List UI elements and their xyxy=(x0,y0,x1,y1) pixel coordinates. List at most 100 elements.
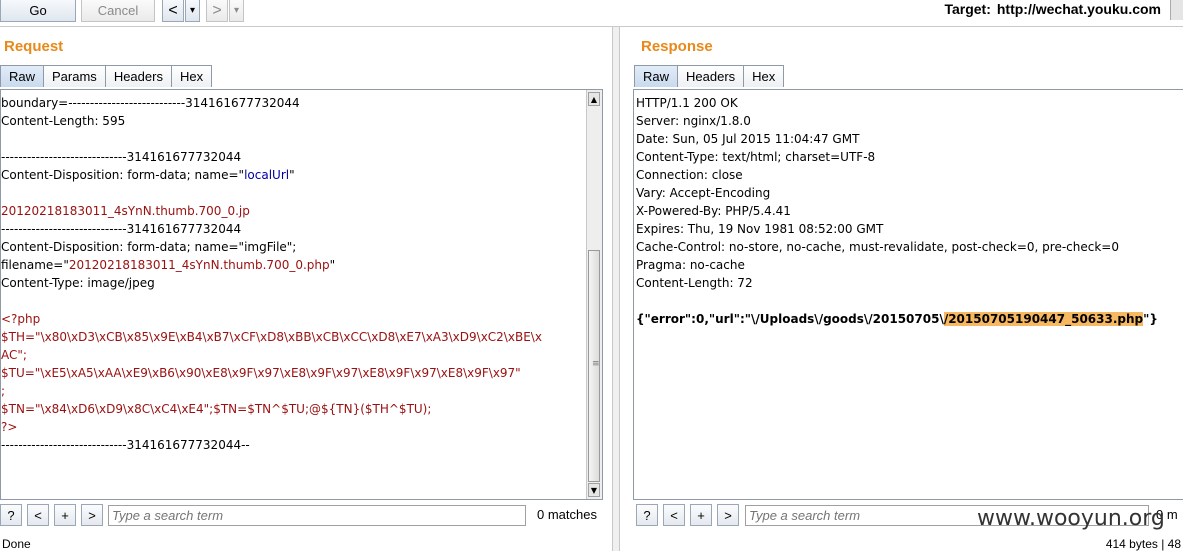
request-line[interactable]: $TH="\x80\xD3\xCB\x85\x9E\xB4\xB7\xCF\xD… xyxy=(1,328,586,346)
response-line[interactable]: X-Powered-By: PHP/5.4.41 xyxy=(636,202,1183,220)
request-text[interactable]: boundary=---------------------------3141… xyxy=(1,94,586,454)
forward-history-dropdown[interactable]: ▾ xyxy=(229,0,244,22)
response-title: Response xyxy=(641,38,713,55)
response-text-segment: Content-Type: text/html; charset=UTF-8 xyxy=(636,150,876,164)
search-previous-button[interactable]: < xyxy=(27,504,49,526)
request-line[interactable]: 20120218183011_4sYnN.thumb.700_0.jp xyxy=(1,202,586,220)
request-line[interactable]: $TN="\x84\xD6\xD9\x8C\xC4\xE4";$TN=$TN^$… xyxy=(1,400,586,418)
search-next-button[interactable]: > xyxy=(81,504,103,526)
response-tabs: Raw Headers Hex xyxy=(634,65,785,88)
request-text-segment: $TH="\x80\xD3\xCB\x85\x9E\xB4\xB7\xCF\xD… xyxy=(1,330,542,344)
response-line[interactable]: Server: nginx/1.8.0 xyxy=(636,112,1183,130)
response-text-segment: Server: nginx/1.8.0 xyxy=(636,114,751,128)
request-tabs: Raw Params Headers Hex xyxy=(0,65,213,88)
request-line[interactable] xyxy=(1,292,586,310)
request-scrollbar[interactable]: ▲ ≡ ▼ xyxy=(586,90,602,499)
chevron-down-icon: ▾ xyxy=(233,5,240,16)
request-line[interactable]: Content-Disposition: form-data; name="im… xyxy=(1,238,586,256)
search-help-button[interactable]: ? xyxy=(0,504,22,526)
response-line[interactable]: Vary: Accept-Encoding xyxy=(636,184,1183,202)
request-text-segment: localUrl xyxy=(244,168,290,182)
request-editor[interactable]: boundary=---------------------------3141… xyxy=(0,89,603,500)
target-url[interactable]: http://wechat.youku.com xyxy=(997,1,1161,17)
request-line[interactable]: <?php xyxy=(1,310,586,328)
request-line[interactable]: AC"; xyxy=(1,346,586,364)
request-text-segment: 20120218183011_4sYnN.thumb.700_0.jp xyxy=(1,204,250,218)
forward-arrow-icon: > xyxy=(212,1,222,19)
request-line[interactable]: ?> xyxy=(1,418,586,436)
request-text-segment: <?php xyxy=(1,312,41,326)
scroll-down-icon[interactable]: ▼ xyxy=(588,483,600,497)
response-line[interactable]: Cache-Control: no-store, no-cache, must-… xyxy=(636,238,1183,256)
request-line[interactable]: $TU="\xE5\xA5\xAA\xE9\xB6\x90\xE8\x9F\x9… xyxy=(1,364,586,382)
request-text-segment: filename=" xyxy=(1,258,69,272)
request-line[interactable] xyxy=(1,130,586,148)
response-text[interactable]: HTTP/1.1 200 OK Server: nginx/1.8.0 Date: … xyxy=(636,94,1183,328)
response-text-segment: Cache-Control: no-store, no-cache, must-… xyxy=(636,240,1119,254)
response-text-segment: X-Powered-By: PHP/5.4.41 xyxy=(636,204,791,218)
response-line[interactable]: Pragma: no-cache xyxy=(636,256,1183,274)
response-text-segment: Expires: Thu, 19 Nov 1981 08:52:00 GMT xyxy=(636,222,884,236)
search-previous-button[interactable]: < xyxy=(663,504,685,526)
response-line[interactable]: {"error":0,"url":"\/Uploads\/goods\/2015… xyxy=(636,310,1183,328)
request-text-segment: boundary=---------------------------3141… xyxy=(1,96,300,110)
request-line[interactable]: Content-Type: image/jpeg xyxy=(1,274,586,292)
back-arrow-icon: < xyxy=(168,1,178,19)
request-text-segment: " xyxy=(289,168,295,182)
response-line[interactable]: Connection: close xyxy=(636,166,1183,184)
forward-button[interactable]: > xyxy=(206,0,228,22)
scroll-thumb[interactable]: ≡ xyxy=(588,250,600,482)
request-text-segment: Content-Type: image/jpeg xyxy=(1,276,155,290)
request-tab-params[interactable]: Params xyxy=(43,65,106,87)
back-button[interactable]: < xyxy=(162,0,184,22)
request-line[interactable]: Content-Disposition: form-data; name="lo… xyxy=(1,166,586,184)
request-line[interactable]: -----------------------------31416167773… xyxy=(1,436,586,454)
search-options-button[interactable]: + xyxy=(690,504,712,526)
request-line[interactable]: Content-Length: 595 xyxy=(1,112,586,130)
cancel-button[interactable]: Cancel xyxy=(81,0,155,22)
request-search-input[interactable] xyxy=(108,505,526,526)
response-line[interactable]: Content-Type: text/html; charset=UTF-8 xyxy=(636,148,1183,166)
search-options-button[interactable]: + xyxy=(54,504,76,526)
response-text-segment: Date: Sun, 05 Jul 2015 11:04:47 GMT xyxy=(636,132,860,146)
edit-target-icon[interactable] xyxy=(1170,0,1183,20)
response-line[interactable]: Date: Sun, 05 Jul 2015 11:04:47 GMT xyxy=(636,130,1183,148)
scroll-up-icon[interactable]: ▲ xyxy=(588,92,600,106)
response-text-segment: Content-Length: 72 xyxy=(636,276,753,290)
response-tab-hex[interactable]: Hex xyxy=(743,65,785,87)
response-tab-raw[interactable]: Raw xyxy=(634,65,679,87)
response-text-segment: "} xyxy=(1143,312,1158,326)
pane-divider[interactable] xyxy=(612,27,620,551)
request-text-segment: $TN="\x84\xD6\xD9\x8C\xC4\xE4";$TN=$TN^$… xyxy=(1,402,432,416)
go-button[interactable]: Go xyxy=(0,0,76,22)
request-text-segment: Content-Length: 595 xyxy=(1,114,126,128)
request-line[interactable]: -----------------------------31416167773… xyxy=(1,148,586,166)
response-editor[interactable]: HTTP/1.1 200 OK Server: nginx/1.8.0 Date: … xyxy=(633,89,1183,500)
grip-icon: ≡ xyxy=(592,359,600,369)
response-line[interactable]: Content-Length: 72 xyxy=(636,274,1183,292)
request-tab-raw[interactable]: Raw xyxy=(0,65,45,87)
response-line[interactable]: Expires: Thu, 19 Nov 1981 08:52:00 GMT xyxy=(636,220,1183,238)
request-line[interactable]: -----------------------------31416167773… xyxy=(1,220,586,238)
request-tab-hex[interactable]: Hex xyxy=(170,65,213,87)
request-text-segment: $TU="\xE5\xA5\xAA\xE9\xB6\x90\xE8\x9F\x9… xyxy=(1,366,521,380)
back-history-dropdown[interactable]: ▾ xyxy=(185,0,200,22)
request-text-segment: ?> xyxy=(1,420,18,434)
request-line[interactable]: filename="20120218183011_4sYnN.thumb.700… xyxy=(1,256,586,274)
request-tab-headers[interactable]: Headers xyxy=(104,65,172,87)
response-tab-headers[interactable]: Headers xyxy=(677,65,745,87)
response-line[interactable]: HTTP/1.1 200 OK xyxy=(636,94,1183,112)
target-prefix: Target: xyxy=(944,1,991,17)
response-text-segment: /20150705190447_50633.php xyxy=(943,312,1144,326)
search-help-button[interactable]: ? xyxy=(636,504,658,526)
request-line[interactable]: boundary=---------------------------3141… xyxy=(1,94,586,112)
response-line[interactable] xyxy=(636,292,1183,310)
request-line[interactable] xyxy=(1,184,586,202)
request-line[interactable]: ; xyxy=(1,382,586,400)
search-next-button[interactable]: > xyxy=(717,504,739,526)
response-text-segment: Vary: Accept-Encoding xyxy=(636,186,771,200)
response-text-segment: Connection: close xyxy=(636,168,743,182)
request-text-segment: AC"; xyxy=(1,348,27,362)
response-text-segment: HTTP/1.1 200 OK xyxy=(636,96,738,110)
request-text-segment: Content-Disposition: form-data; name="im… xyxy=(1,240,297,254)
